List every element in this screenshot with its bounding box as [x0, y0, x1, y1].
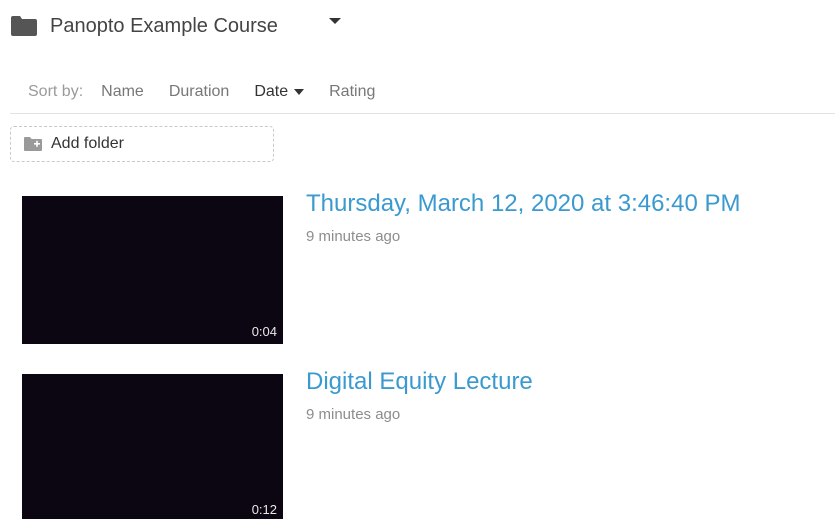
sort-direction-icon [294, 89, 305, 95]
add-folder-icon [23, 136, 43, 152]
sort-option-duration[interactable]: Duration [169, 83, 229, 101]
sort-option-date-label: Date [254, 83, 289, 100]
session-item: 0:12 Digital Equity Lecture 9 minutes ag… [22, 368, 822, 519]
session-thumbnail[interactable]: 0:12 [22, 374, 283, 519]
folder-icon [10, 15, 38, 37]
sort-option-rating[interactable]: Rating [329, 83, 375, 101]
sort-option-name[interactable]: Name [101, 83, 144, 101]
session-title-link[interactable]: Digital Equity Lecture [306, 368, 533, 396]
sort-bar: Sort by: Name Duration Date Rating [28, 80, 400, 104]
sort-label: Sort by: [28, 83, 84, 100]
divider [10, 113, 835, 114]
add-folder-button[interactable]: Add folder [10, 126, 274, 162]
session-title-link[interactable]: Thursday, March 12, 2020 at 3:46:40 PM [306, 190, 740, 218]
add-folder-label: Add folder [51, 135, 124, 152]
sort-option-date[interactable]: Date [254, 83, 305, 101]
session-duration: 0:12 [251, 502, 277, 517]
session-duration: 0:04 [251, 324, 277, 339]
session-timestamp: 9 minutes ago [306, 406, 401, 423]
session-thumbnail[interactable]: 0:04 [22, 196, 283, 344]
session-timestamp: 9 minutes ago [306, 228, 401, 245]
caret-down-icon[interactable] [329, 18, 341, 24]
course-header: Panopto Example Course [10, 10, 278, 42]
course-title[interactable]: Panopto Example Course [50, 15, 278, 38]
session-item: 0:04 Thursday, March 12, 2020 at 3:46:40… [22, 190, 822, 346]
